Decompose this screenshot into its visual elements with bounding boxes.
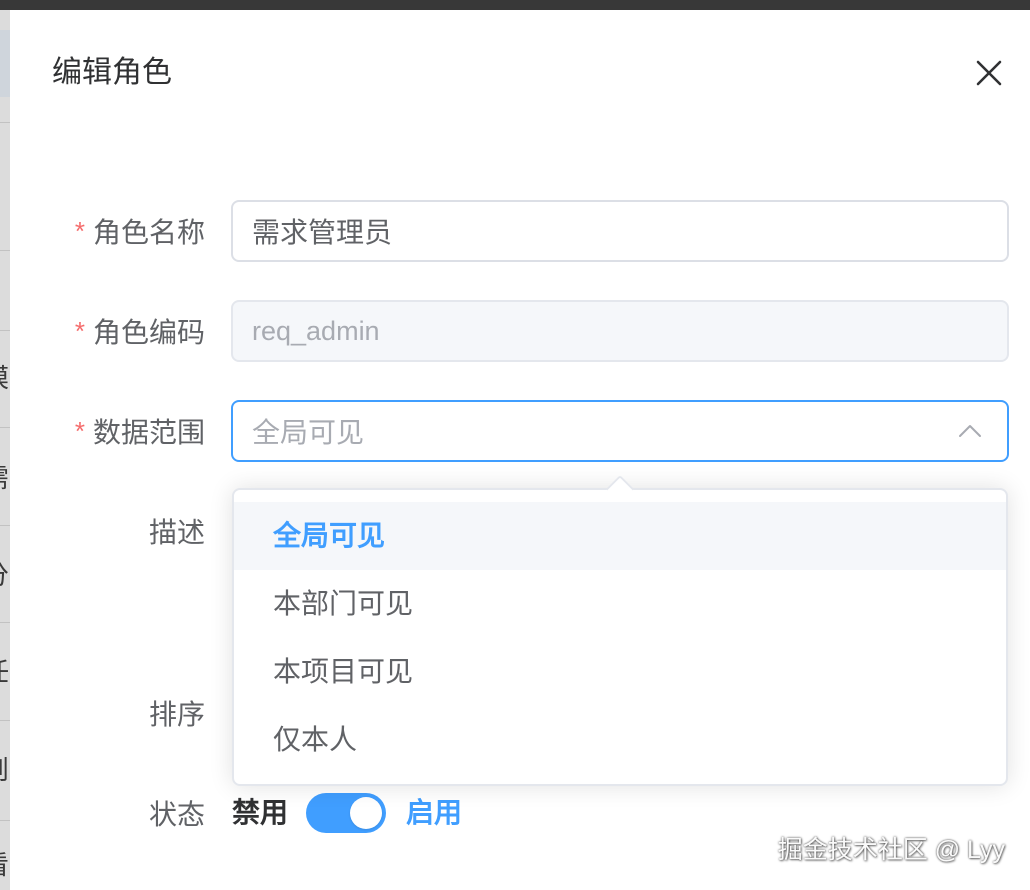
form-item-role-name: * 角色名称 需求管理员	[10, 200, 1030, 262]
background-row-divider	[0, 330, 10, 331]
watermark: 掘金技术社区 @ Lyy	[777, 836, 1005, 864]
role-name-label-text: 角色名称	[92, 217, 205, 248]
data-scope-label-text: 数据范围	[92, 417, 205, 448]
dialog-title: 编辑角色	[52, 56, 172, 89]
required-mark: *	[74, 315, 85, 346]
option-department-visible[interactable]: 本部门可见	[234, 570, 1006, 638]
required-mark: *	[74, 215, 85, 246]
background-text-fragment: 需	[0, 463, 9, 493]
role-code-label-text: 角色编码	[92, 317, 205, 348]
data-scope-label: * 数据范围	[30, 400, 205, 462]
status-active-text: 启用	[406, 797, 463, 828]
status-switch[interactable]	[306, 793, 386, 833]
form-item-role-code: * 角色编码 req_admin	[10, 300, 1030, 362]
data-scope-dropdown: 全局可见 本部门可见 本项目可见 仅本人	[232, 474, 1008, 786]
close-icon	[976, 60, 1002, 86]
screen: 模 需 分 任 则 看 编辑角色 * 角色名称 需求管理员	[0, 0, 1030, 890]
sort-label-text: 排序	[148, 699, 205, 730]
description-label: 描述	[30, 500, 205, 562]
role-name-label: * 角色名称	[30, 200, 205, 262]
background-table-header	[0, 30, 10, 97]
background-row-divider	[0, 720, 10, 721]
required-mark: *	[74, 415, 85, 446]
background-text-fragment: 分	[0, 560, 9, 590]
background-text-fragment: 任	[0, 657, 9, 687]
background-row-divider	[0, 427, 10, 428]
role-name-input[interactable]: 需求管理员	[231, 200, 1009, 262]
option-project-visible[interactable]: 本项目可见	[234, 638, 1006, 706]
background-row-divider	[0, 820, 10, 821]
background-text-fragment: 看	[0, 850, 9, 880]
background-top-bar	[0, 0, 1030, 10]
status-switch-knob	[350, 797, 382, 829]
option-global-visible[interactable]: 全局可见	[234, 502, 1006, 570]
role-code-label: * 角色编码	[30, 300, 205, 362]
status-label-text: 状态	[148, 799, 205, 830]
form-item-data-scope: * 数据范围 全局可见	[10, 400, 1030, 462]
status-inactive-text: 禁用	[232, 797, 289, 828]
data-scope-option-list: 全局可见 本部门可见 本项目可见 仅本人	[234, 502, 1006, 774]
background-row-divider	[0, 250, 10, 251]
background-row-divider	[0, 525, 10, 526]
data-scope-select[interactable]: 全局可见	[231, 400, 1009, 462]
data-scope-select-placeholder: 全局可见	[252, 417, 365, 448]
description-label-text: 描述	[148, 517, 205, 548]
background-row-divider	[0, 622, 10, 623]
close-button[interactable]	[973, 57, 1005, 89]
background-page: 模 需 分 任 则 看	[0, 10, 10, 890]
role-code-value: req_admin	[252, 315, 380, 346]
chevron-up-icon	[959, 425, 981, 437]
option-self-only[interactable]: 仅本人	[234, 706, 1006, 774]
role-name-value: 需求管理员	[252, 217, 393, 248]
sort-label: 排序	[30, 682, 205, 744]
background-text-fragment: 模	[0, 363, 9, 393]
background-row-divider	[0, 122, 10, 123]
status-label: 状态	[30, 782, 205, 844]
role-code-input: req_admin	[231, 300, 1009, 362]
background-text-fragment: 则	[0, 755, 9, 785]
